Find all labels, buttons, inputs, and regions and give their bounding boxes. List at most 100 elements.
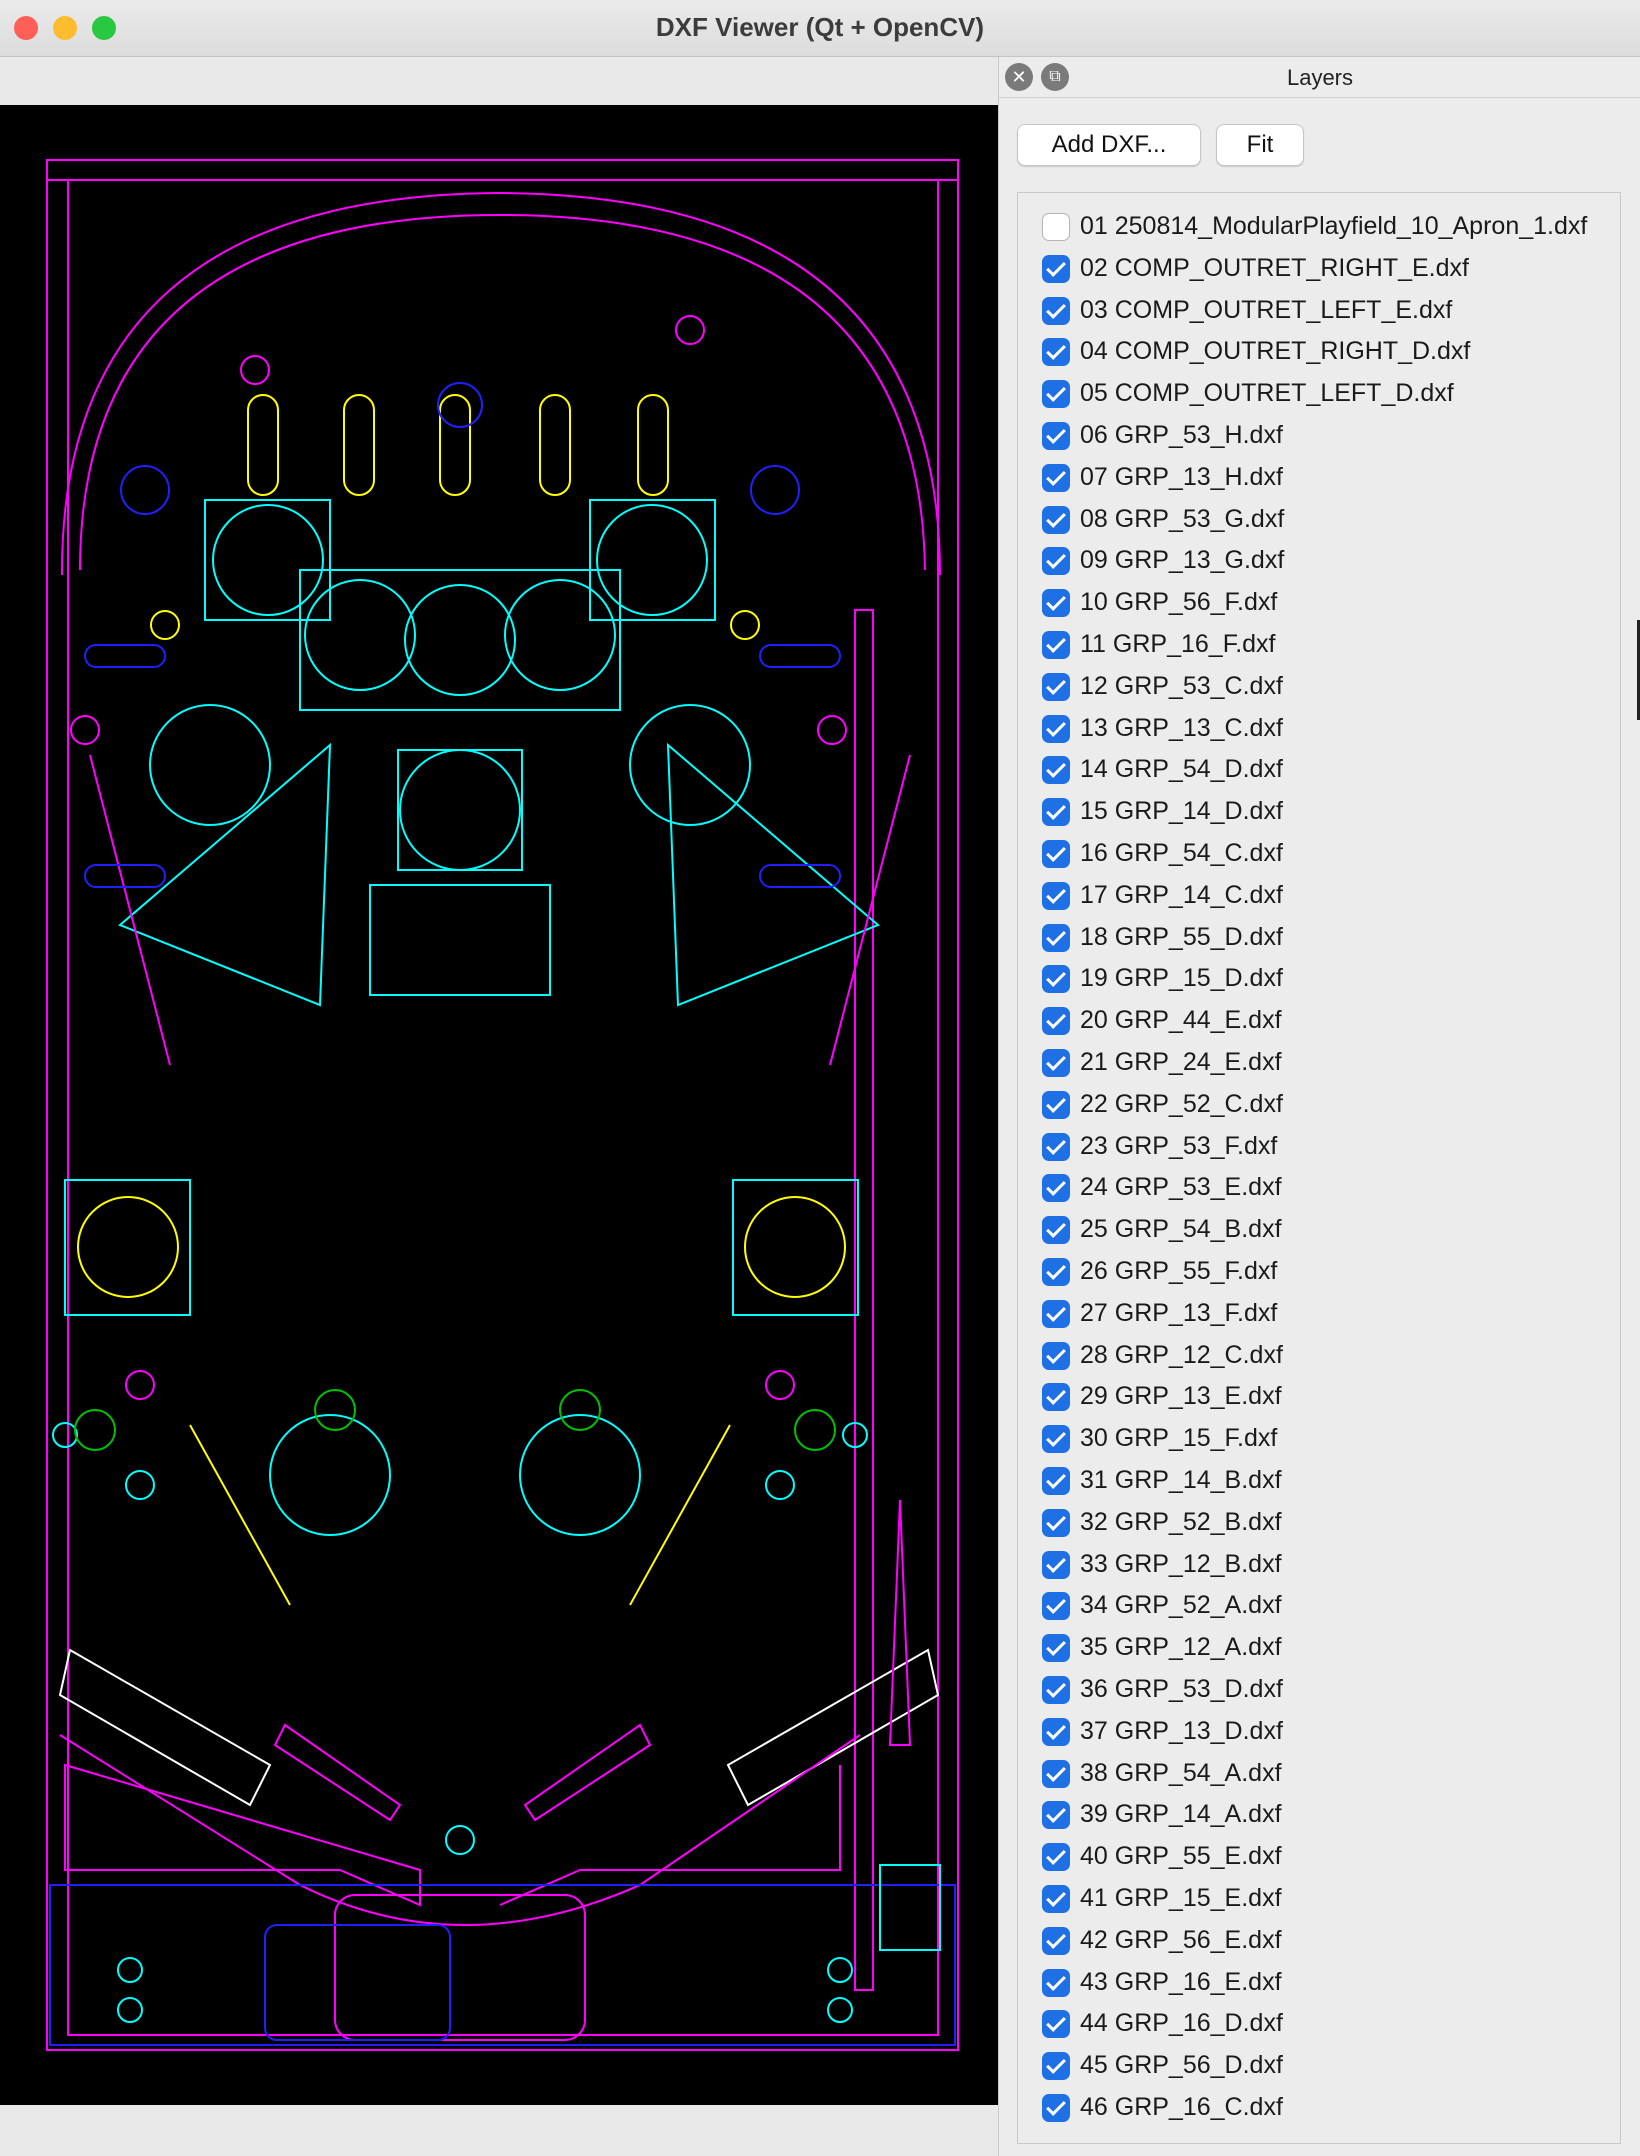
layer-checkbox[interactable] — [1042, 380, 1070, 409]
layer-label: 13 GRP_13_C.dxf — [1080, 713, 1283, 742]
layer-label: 41 GRP_15_E.dxf — [1080, 1884, 1282, 1912]
layer-label: 43 GRP_16_E.dxf — [1080, 1967, 1282, 1996]
layer-label: 16 GRP_54_C.dxf — [1080, 839, 1283, 867]
layer-label: 46 GRP_16_C.dxf — [1080, 2093, 1283, 2121]
layer-checkbox[interactable] — [1042, 1550, 1070, 1579]
layer-checkbox[interactable] — [1042, 881, 1070, 910]
layer-label: 25 GRP_54_B.dxf — [1080, 1215, 1282, 1244]
layer-checkbox[interactable] — [1042, 463, 1070, 492]
layer-list[interactable]: 01 250814_ModularPlayfield_10_Apron_1.dx… — [1017, 192, 1621, 2144]
layer-label: 26 GRP_55_F.dxf — [1080, 1257, 1278, 1285]
layers-dock: ✕ ⧉ Layers Add DXF... Fit 01 250814_Modu… — [998, 57, 1640, 2156]
add-dxf-button[interactable]: Add DXF... — [1017, 124, 1201, 166]
layer-label: 06 GRP_53_H.dxf — [1080, 421, 1283, 449]
fit-button[interactable]: Fit — [1216, 124, 1304, 166]
layer-checkbox[interactable] — [1042, 840, 1070, 868]
layer-label: 33 GRP_12_B.dxf — [1080, 1549, 1282, 1578]
layer-label: 03 COMP_OUTRET_LEFT_E.dxf — [1080, 295, 1453, 324]
dxf-canvas[interactable] — [0, 105, 998, 2105]
layer-label: 35 GRP_12_A.dxf — [1080, 1633, 1282, 1662]
layer-checkbox[interactable] — [1042, 1049, 1070, 1077]
layer-checkbox[interactable] — [1042, 1968, 1070, 1997]
layer-label: 40 GRP_55_E.dxf — [1080, 1842, 1282, 1871]
viewer-toolbar-area — [0, 57, 998, 105]
layer-checkbox[interactable] — [1042, 1425, 1070, 1454]
layer-checkbox[interactable] — [1042, 1216, 1070, 1245]
layer-label: 02 COMP_OUTRET_RIGHT_E.dxf — [1080, 253, 1469, 282]
layer-checkbox[interactable] — [1042, 1592, 1070, 1621]
layer-label: 21 GRP_24_E.dxf — [1080, 1048, 1282, 1076]
layer-label: 20 GRP_44_E.dxf — [1080, 1006, 1282, 1035]
layer-checkbox[interactable] — [1042, 1508, 1070, 1537]
layer-label: 45 GRP_56_D.dxf — [1080, 2051, 1283, 2080]
layer-checkbox[interactable] — [1042, 1383, 1070, 1412]
layer-label: 28 GRP_12_C.dxf — [1080, 1340, 1283, 1369]
layer-checkbox[interactable] — [1042, 1926, 1070, 1955]
layer-label: 38 GRP_54_A.dxf — [1080, 1758, 1282, 1787]
layer-label: 37 GRP_13_D.dxf — [1080, 1716, 1283, 1745]
layer-checkbox[interactable] — [1042, 505, 1070, 534]
layer-label: 12 GRP_53_C.dxf — [1080, 671, 1283, 700]
layer-checkbox[interactable] — [1042, 714, 1070, 743]
layer-label: 08 GRP_53_G.dxf — [1080, 504, 1285, 533]
layer-label: 19 GRP_15_D.dxf — [1080, 964, 1283, 993]
layer-label: 09 GRP_13_G.dxf — [1080, 546, 1285, 575]
layer-checkbox[interactable] — [1042, 1885, 1070, 1913]
layer-checkbox[interactable] — [1042, 296, 1070, 325]
layer-checkbox[interactable] — [1042, 672, 1070, 701]
layer-checkbox[interactable] — [1042, 589, 1070, 618]
layer-checkbox[interactable] — [1042, 1843, 1070, 1872]
playfield-drawing — [46, 159, 959, 2051]
layer-checkbox[interactable] — [1042, 631, 1070, 659]
layer-label: 22 GRP_52_C.dxf — [1080, 1089, 1283, 1118]
layer-checkbox[interactable] — [1042, 1341, 1070, 1370]
layer-checkbox[interactable] — [1042, 1676, 1070, 1704]
layer-checkbox[interactable] — [1042, 1467, 1070, 1495]
layer-checkbox[interactable] — [1042, 1090, 1070, 1119]
layer-label: 27 GRP_13_F.dxf — [1080, 1298, 1278, 1327]
layer-label: 01 250814_ModularPlayfield_10_Apron_1.dx… — [1080, 212, 1588, 240]
layer-checkbox[interactable] — [1042, 422, 1070, 450]
layer-checkbox[interactable] — [1042, 798, 1070, 827]
layer-label: 29 GRP_13_E.dxf — [1080, 1382, 1282, 1411]
layer-checkbox[interactable] — [1042, 547, 1070, 576]
layer-checkbox[interactable] — [1042, 1634, 1070, 1663]
layer-checkbox[interactable] — [1042, 965, 1070, 994]
layer-checkbox[interactable] — [1042, 338, 1070, 367]
layer-checkbox[interactable] — [1042, 1258, 1070, 1286]
title-bar: DXF Viewer (Qt + OpenCV) — [0, 0, 1640, 57]
layer-checkbox[interactable] — [1042, 1717, 1070, 1746]
layer-label: 34 GRP_52_A.dxf — [1080, 1591, 1282, 1620]
layer-checkbox[interactable] — [1042, 1299, 1070, 1328]
layer-checkbox[interactable] — [1042, 2010, 1070, 2039]
layer-label: 24 GRP_53_E.dxf — [1080, 1173, 1282, 1202]
layer-label: 32 GRP_52_B.dxf — [1080, 1507, 1282, 1536]
dock-header: ✕ ⧉ Layers — [999, 57, 1640, 98]
layer-checkbox[interactable] — [1042, 1759, 1070, 1788]
layer-label: 11 GRP_16_F.dxf — [1080, 630, 1276, 658]
layer-checkbox[interactable] — [1042, 1174, 1070, 1203]
layer-checkbox[interactable] — [1042, 756, 1070, 785]
layer-label: 42 GRP_56_E.dxf — [1080, 1925, 1282, 1954]
layer-checkbox[interactable] — [1042, 923, 1070, 952]
layer-label: 39 GRP_14_A.dxf — [1080, 1800, 1282, 1829]
layer-checkbox[interactable] — [1042, 2094, 1070, 2122]
layer-label: 17 GRP_14_C.dxf — [1080, 880, 1283, 909]
layer-checkbox[interactable] — [1042, 2052, 1070, 2081]
layer-label: 05 COMP_OUTRET_LEFT_D.dxf — [1080, 379, 1454, 408]
layer-checkbox[interactable] — [1042, 254, 1070, 283]
layer-label: 04 COMP_OUTRET_RIGHT_D.dxf — [1080, 337, 1471, 366]
layer-checkbox[interactable] — [1042, 1801, 1070, 1830]
layer-checkbox[interactable] — [1042, 1132, 1070, 1161]
layer-checkbox[interactable] — [1042, 1007, 1070, 1036]
layer-label: 10 GRP_56_F.dxf — [1080, 588, 1278, 617]
layer-label: 30 GRP_15_F.dxf — [1080, 1424, 1278, 1453]
layer-label: 15 GRP_14_D.dxf — [1080, 797, 1283, 826]
layer-label: 18 GRP_55_D.dxf — [1080, 922, 1283, 951]
layer-label: 31 GRP_14_B.dxf — [1080, 1466, 1282, 1494]
layer-label: 07 GRP_13_H.dxf — [1080, 462, 1283, 491]
layer-label: 44 GRP_16_D.dxf — [1080, 2009, 1283, 2038]
layer-label: 23 GRP_53_F.dxf — [1080, 1131, 1278, 1160]
layer-checkbox[interactable] — [1042, 213, 1070, 241]
layer-label: 14 GRP_54_D.dxf — [1080, 755, 1283, 784]
